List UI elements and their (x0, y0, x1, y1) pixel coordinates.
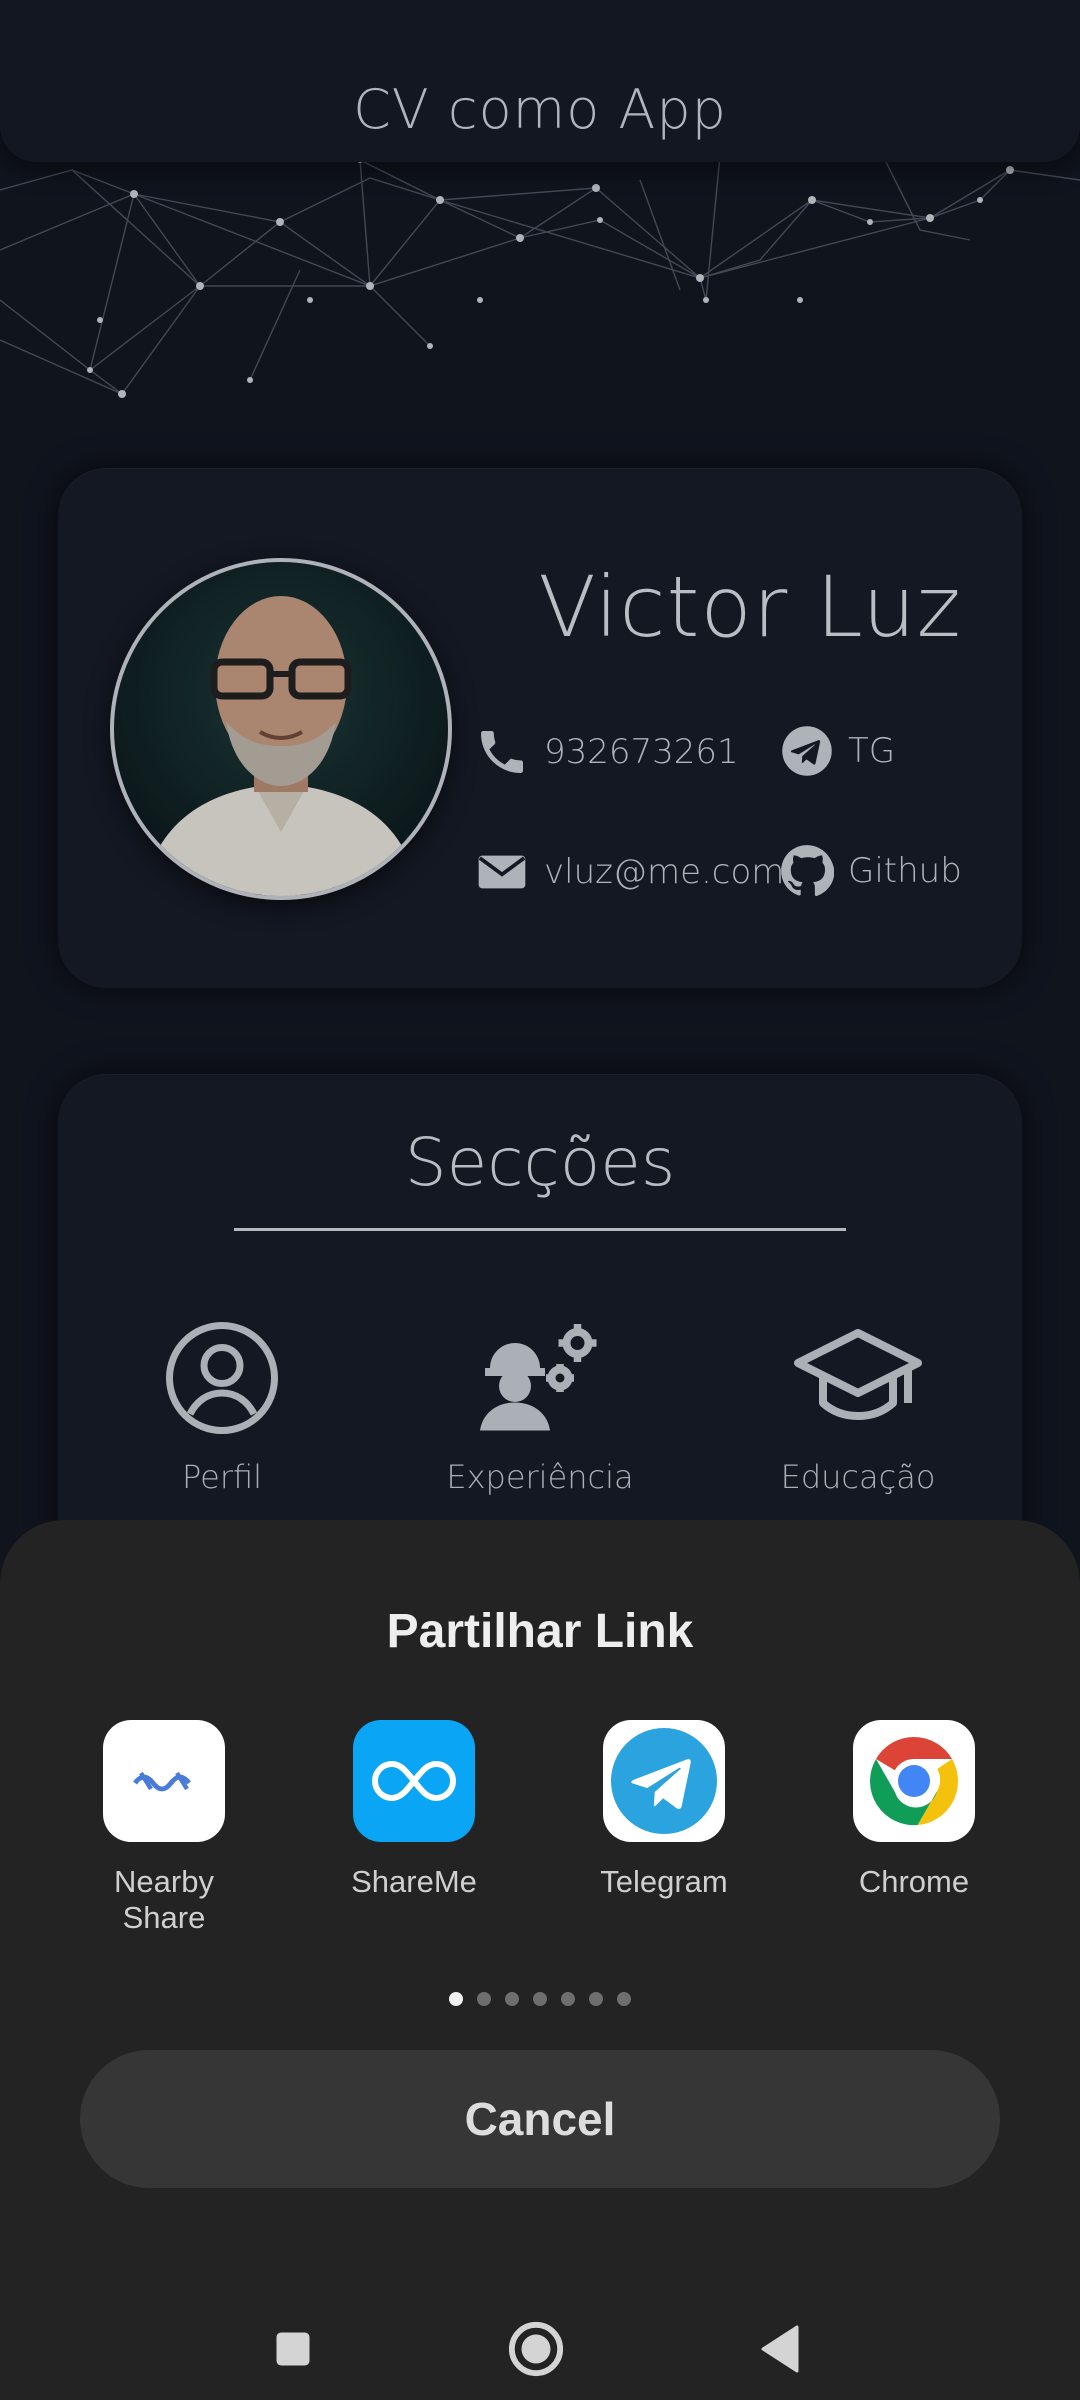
page-dot (561, 1992, 575, 2006)
shareme-icon (353, 1720, 475, 1842)
telegram-icon (603, 1720, 725, 1842)
share-target-label: ShareMe (351, 1864, 477, 1899)
page-dot (505, 1992, 519, 2006)
square-icon (276, 2332, 310, 2366)
recents-button[interactable] (258, 2314, 328, 2384)
share-target-telegram[interactable]: Telegram (564, 1720, 764, 1900)
share-target-label: Nearby Share (114, 1864, 214, 1935)
page-dot (617, 1992, 631, 2006)
share-sheet: Partilhar Link Nearby Share ShareMe Tele… (0, 1520, 1080, 2400)
home-circle-icon (508, 2321, 564, 2377)
nearby-share-icon (103, 1720, 225, 1842)
share-target-label: Chrome (858, 1864, 970, 1899)
page-dot (589, 1992, 603, 2006)
back-triangle-icon (761, 2325, 799, 2373)
back-button[interactable] (746, 2314, 816, 2384)
home-button[interactable] (501, 2314, 571, 2384)
share-sheet-title: Partilhar Link (386, 1605, 694, 1658)
share-target-chrome[interactable]: Chrome (814, 1720, 1014, 1900)
chrome-icon (853, 1720, 975, 1842)
page-dot (449, 1992, 463, 2006)
page-dot (533, 1992, 547, 2006)
system-nav-bar (0, 2290, 1080, 2400)
share-target-nearby-share[interactable]: Nearby Share (64, 1720, 264, 1936)
share-target-shareme[interactable]: ShareMe (314, 1720, 514, 1900)
share-target-label: Telegram (600, 1864, 728, 1899)
cancel-button[interactable]: Cancel (80, 2050, 1000, 2188)
page-indicator (0, 1992, 1080, 2006)
page-dot (477, 1992, 491, 2006)
